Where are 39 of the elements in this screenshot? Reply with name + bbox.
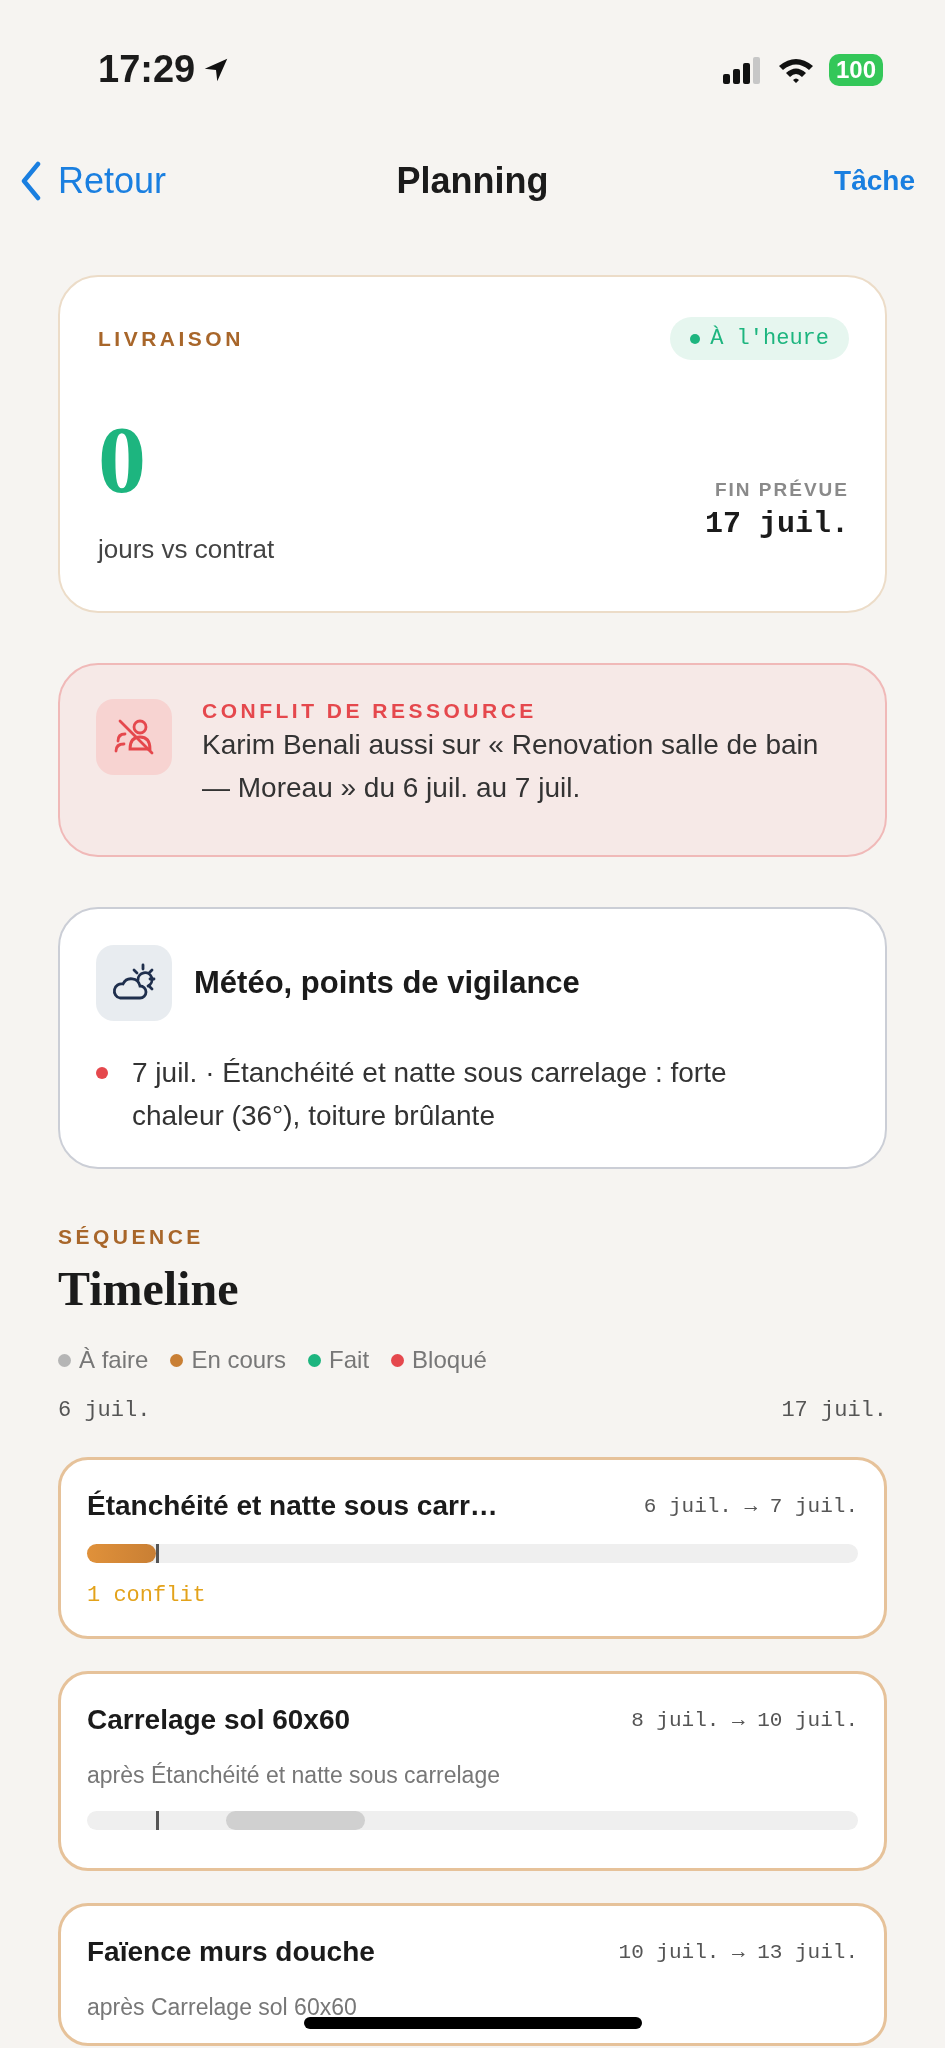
alert-text: 7 juil. · Étanchéité et natte sous carrelage : forte chaleur (36°), toiture brûlante: [132, 1056, 728, 1133]
weather-title: Météo, points de vigilance: [194, 965, 580, 1001]
chevron-left-icon: [20, 161, 42, 201]
task-title: Carrelage sol 60x60: [87, 1704, 351, 1736]
delay-value: 0: [98, 412, 147, 508]
back-button[interactable]: Retour: [20, 160, 167, 202]
delay-caption: jours vs contrat: [98, 534, 275, 565]
end-label: FIN PRÉVUE: [714, 479, 849, 501]
task-title: Étanchéité et natte sous carr…: [87, 1490, 498, 1522]
task-dependency: après Étanchéité et natte sous carrelage: [87, 1762, 501, 1789]
section-title: Timeline: [58, 1261, 240, 1316]
legend-label: Bloqué: [412, 1346, 487, 1374]
task-card[interactable]: Carrelage sol 60x60 8 juil. → 10 juil. après Étanchéité et natte sous carrelage: [58, 1671, 887, 1871]
legend-label: Fait: [329, 1346, 370, 1374]
status-badge: À l'heure: [670, 317, 849, 360]
task-dependency: après Carrelage sol 60x60: [87, 1994, 358, 2021]
legend-label: En cours: [191, 1346, 287, 1374]
task-button[interactable]: Tâche: [834, 165, 915, 197]
conflict-message: Karim Benali aussi sur « Renovation salle de bain — Moreau » du 6 juil. au 7 juil.: [202, 728, 820, 805]
task-dates: 10 juil. → 13 juil.: [618, 1940, 858, 1964]
axis-end-date: 17 juil.: [781, 1398, 887, 1423]
conflict-count: 1 conflit: [87, 1583, 207, 1608]
cloud-sun-icon: [96, 945, 172, 1021]
people-crossed-icon: [96, 699, 172, 775]
task-dates: 8 juil. → 10 juil.: [631, 1708, 858, 1732]
section-label: LIVRAISON: [98, 326, 244, 351]
task-title: Faïence murs douche: [87, 1936, 375, 1968]
task-card[interactable]: Étanchéité et natte sous carr… 6 juil. → 7 juil. 1 conflit: [58, 1457, 887, 1639]
battery-indicator: 100: [828, 53, 883, 86]
end-date: 17 juil.: [704, 507, 849, 541]
screen-title: Planning: [396, 160, 549, 202]
legend-label: À faire: [79, 1346, 149, 1374]
section-label: SÉQUENCE: [58, 1225, 205, 1249]
conflict-title: CONFLIT DE RESSOURCE: [202, 699, 538, 723]
clock-time: 17:29: [98, 48, 196, 91]
task-dates: 6 juil. → 7 juil.: [643, 1494, 858, 1518]
axis-start-date: 6 juil.: [58, 1398, 151, 1423]
signal-icon: [722, 55, 763, 84]
task-card[interactable]: Faïence murs douche 10 juil. → 13 juil. après Carrelage sol 60x60: [58, 1903, 887, 2046]
